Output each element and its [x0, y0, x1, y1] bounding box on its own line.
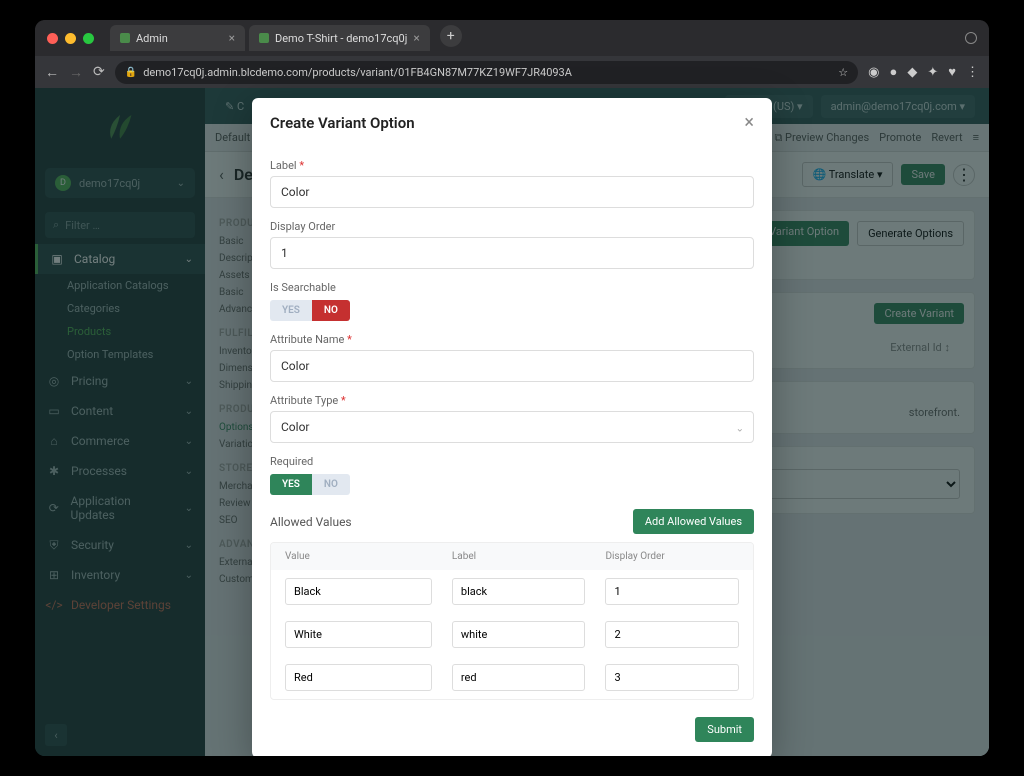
add-allowed-values-button[interactable]: Add Allowed Values	[633, 509, 754, 534]
searchable-yes[interactable]: YES	[270, 300, 312, 321]
create-variant-option-modal: Create Variant Option × Label * Display …	[252, 98, 772, 756]
submit-button[interactable]: Submit	[695, 717, 754, 742]
order-input[interactable]	[605, 621, 739, 648]
favicon-icon	[259, 33, 269, 43]
modal-title: Create Variant Option	[270, 114, 415, 132]
menu-icon[interactable]: ⋮	[966, 65, 979, 80]
titlebar: Admin × Demo T-Shirt - demo17cq0j × +	[35, 20, 989, 56]
searchable-label: Is Searchable	[270, 281, 754, 294]
value-input[interactable]	[285, 578, 432, 605]
required-toggle: YES NO	[270, 474, 754, 495]
col-value: Value	[285, 551, 432, 562]
maximize-window-button[interactable]	[83, 33, 94, 44]
attribute-type-label: Attribute Type *	[270, 394, 754, 407]
address-bar[interactable]: 🔒 demo17cq0j.admin.blcdemo.com/products/…	[115, 61, 858, 84]
new-tab-button[interactable]: +	[440, 25, 462, 47]
nav-back-icon[interactable]: ←	[45, 64, 59, 81]
extension-icons: ◉ ● ◆ ✦ ♥ ⋮	[868, 64, 979, 80]
minimize-window-button[interactable]	[65, 33, 76, 44]
profile-icon[interactable]: ♥	[948, 64, 956, 80]
display-order-label: Display Order	[270, 220, 754, 233]
tab-close-icon[interactable]: ×	[413, 31, 419, 45]
tab-close-icon[interactable]: ×	[229, 31, 235, 45]
attribute-type-select[interactable]: Color	[270, 411, 754, 443]
attribute-name-input[interactable]	[270, 350, 754, 382]
star-icon[interactable]: ☆	[838, 66, 848, 79]
app-shell: D demo17cq0j ⌄ ⌕ Filter … ▣ Catalog ⌄ Ap…	[35, 88, 989, 756]
window-traffic-lights	[47, 33, 94, 44]
browser-tabs: Admin × Demo T-Shirt - demo17cq0j × +	[110, 25, 462, 51]
required-yes[interactable]: YES	[270, 474, 312, 495]
col-label: Label	[452, 551, 586, 562]
searchable-no[interactable]: NO	[312, 300, 350, 321]
extension-icon[interactable]: ◉	[868, 65, 879, 80]
col-order: Display Order	[605, 551, 739, 562]
nav-forward-icon[interactable]: →	[69, 64, 83, 81]
puzzle-icon[interactable]: ✦	[927, 65, 938, 80]
close-window-button[interactable]	[47, 33, 58, 44]
nav-reload-icon[interactable]: ⟳	[93, 64, 105, 80]
account-icon[interactable]	[965, 32, 977, 44]
label-input[interactable]	[452, 621, 586, 648]
tab-admin[interactable]: Admin ×	[110, 25, 245, 51]
allowed-value-row	[271, 570, 753, 613]
extension-icon[interactable]: ◆	[907, 65, 917, 80]
required-label: Required	[270, 455, 754, 468]
label-input[interactable]	[270, 176, 754, 208]
allowed-values-label: Allowed Values	[270, 515, 352, 529]
order-input[interactable]	[605, 578, 739, 605]
allowed-values-table: Value Label Display Order	[270, 542, 754, 700]
value-input[interactable]	[285, 664, 432, 691]
extension-icon[interactable]: ●	[890, 64, 898, 80]
modal-overlay: Create Variant Option × Label * Display …	[35, 88, 989, 756]
display-order-input[interactable]	[270, 237, 754, 269]
required-no[interactable]: NO	[312, 474, 350, 495]
searchable-toggle: YES NO	[270, 300, 754, 321]
tab-title: Demo T-Shirt - demo17cq0j	[275, 32, 407, 45]
label-input[interactable]	[452, 664, 586, 691]
close-icon[interactable]: ×	[744, 112, 754, 133]
order-input[interactable]	[605, 664, 739, 691]
allowed-value-row	[271, 613, 753, 656]
value-input[interactable]	[285, 621, 432, 648]
allowed-value-row	[271, 656, 753, 699]
label-input[interactable]	[452, 578, 586, 605]
browser-window: Admin × Demo T-Shirt - demo17cq0j × + ← …	[35, 20, 989, 756]
tab-product[interactable]: Demo T-Shirt - demo17cq0j ×	[249, 25, 430, 51]
browser-toolbar: ← → ⟳ 🔒 demo17cq0j.admin.blcdemo.com/pro…	[35, 56, 989, 88]
attribute-name-label: Attribute Name *	[270, 333, 754, 346]
lock-icon: 🔒	[125, 67, 137, 78]
label-field-label: Label *	[270, 159, 754, 172]
tab-title: Admin	[136, 32, 168, 45]
url-text: demo17cq0j.admin.blcdemo.com/products/va…	[143, 66, 572, 79]
favicon-icon	[120, 33, 130, 43]
